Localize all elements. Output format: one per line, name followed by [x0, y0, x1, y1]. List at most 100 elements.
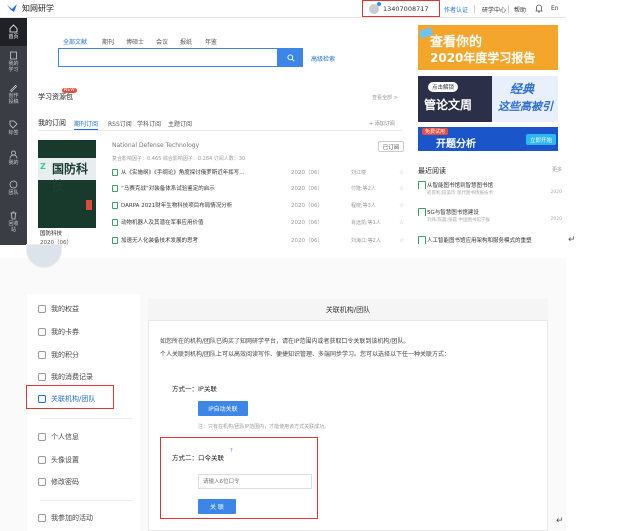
search-button[interactable] [278, 48, 303, 67]
code-input[interactable] [198, 474, 312, 489]
link-button[interactable]: 关 联 [198, 499, 236, 514]
article-title[interactable]: 动物机器人及其潜在军事应用价值 [121, 218, 291, 226]
recent-item-title[interactable]: 从智能图书馆到智慧图书馆 [418, 181, 564, 189]
recent-more-link[interactable]: 更多 [552, 166, 562, 173]
article-author: 程晓;等3人 [351, 202, 376, 209]
menu-item-link-org[interactable]: 关联机构/团队 [38, 394, 95, 404]
method-code-title: 方式二：口令关联 [172, 454, 224, 462]
star-icon[interactable]: ☆ [399, 169, 404, 176]
article-title[interactable]: DARPA 2021财年生物科技项目布局情况分析 [121, 201, 291, 209]
article-title[interactable]: “马赛克战”对装备体系试验鉴定的启示 [121, 184, 291, 192]
magazine-cover[interactable]: Z 国防科技 [38, 140, 96, 228]
recent-item[interactable]: 5G与智慧图书馆建设 刘炜;陈晨;张磊 中国图书馆学报 2020 [418, 208, 564, 223]
article-year: 2020（06） [291, 220, 323, 226]
article-title[interactable]: 加速无人化装备技术发展的思考 [121, 236, 291, 244]
star-icon[interactable]: ☆ [399, 202, 404, 209]
intro-text: 个人关联到机构/团队上可以高效阅读写作、便捷知识管理、多端同步学习。您可以选择以… [160, 351, 451, 358]
sidebar-item-write[interactable]: 创作 投稿 [0, 80, 27, 108]
magazine-name[interactable]: 国防科技 [40, 229, 62, 237]
menu-item-avatar-settings[interactable]: 头像设置 [38, 455, 79, 465]
resource-pack-title: 学习资源包 [38, 93, 73, 101]
tab-subject-subscription[interactable]: 学科订阅 [137, 119, 161, 128]
recent-item[interactable]: 人工智能图书馆应用架构和服务模式的重塑 [418, 236, 564, 244]
tab-topic-subscription[interactable]: 主题订阅 [168, 119, 192, 128]
search-input[interactable] [58, 48, 278, 67]
pen-icon [9, 84, 18, 92]
article-year: 2020（06） [291, 186, 323, 192]
menu-item-purchases[interactable]: 我的消费记录 [38, 372, 93, 382]
sidebar-item-home[interactable]: 首页 [0, 18, 27, 46]
article-row[interactable]: DARPA 2021财年生物科技项目布局情况分析 2020（06） 程晓;等3人… [112, 197, 408, 213]
article-title[interactable]: 从《实施纲》《手绸论》角度探讨俄罗斯近年挥写... [121, 168, 291, 176]
divider [38, 130, 402, 131]
ip-note: 注：只有在机构/团队IP范围内，才能使用该方式关联成功。 [198, 424, 330, 430]
subscribed-button[interactable]: 已订阅 [378, 141, 404, 152]
nav-study-center[interactable]: 研学中心 [482, 5, 506, 14]
lock-icon [38, 478, 46, 486]
free-trial-badge: 免费试用 [422, 128, 449, 135]
nav-english[interactable]: En [551, 5, 559, 12]
logo[interactable]: 知网研学 [6, 3, 54, 14]
divider [474, 5, 475, 13]
article-row[interactable]: “马赛克战”对装备体系试验鉴定的启示 2020（06） 付隆;等2人 ☆ [112, 180, 408, 196]
tab-journal-subscription[interactable]: 期刊订阅 [74, 119, 99, 130]
menu-item-profile[interactable]: 个人信息 [38, 432, 79, 442]
document-icon [112, 184, 118, 192]
sidebar-item-label: 回收 站 [8, 221, 19, 233]
article-row[interactable]: 动物机器人及其潜在军事应用价值 2020（06） 肖远凯;等1人 ☆ [112, 214, 408, 230]
search-tab-thesis[interactable]: 博硕士 [126, 37, 144, 46]
star-icon[interactable]: ☆ [399, 237, 404, 244]
search-tab-yearbook[interactable]: 年鉴 [205, 37, 217, 46]
document-icon [112, 218, 118, 226]
article-author: 刘海江;等2人 [351, 237, 381, 244]
star-icon[interactable]: ☆ [399, 185, 404, 192]
article-row[interactable]: 加速无人化装备技术发展的思考 2020（06） 刘海江;等2人 ☆ [112, 232, 408, 248]
menu-item-activities[interactable]: 我参加的活动 [38, 513, 93, 523]
subscription-title: 我的订阅 [38, 119, 66, 127]
help-icon[interactable]: ? [230, 448, 233, 454]
menu-item-points[interactable]: 我的积分 [38, 350, 79, 360]
sidebar-item-label: 我的 [8, 160, 19, 166]
bell-icon[interactable] [535, 4, 543, 13]
search-tab-newspaper[interactable]: 报纸 [180, 37, 192, 46]
ip-auto-link-button[interactable]: IP自动关联 [198, 401, 248, 416]
sidebar-item-tags[interactable]: 标签 [0, 114, 27, 142]
sidebar-item-recycle[interactable]: 回收 站 [0, 208, 27, 236]
avatar [369, 1, 381, 14]
trash-icon [10, 211, 17, 220]
sidebar: 首页 我的 学习 创作 投稿 标签 我的 团队 回收 站 [0, 18, 27, 245]
user-account[interactable]: 13407008717 [362, 0, 440, 17]
menu-item-change-password[interactable]: 修改密码 [38, 477, 79, 487]
book-icon [10, 51, 17, 60]
paper-week-banner[interactable]: 点击解锁 管论文周 经典 这些高被引 [418, 76, 558, 122]
tab-rss-subscription[interactable]: RSS订阅 [108, 119, 132, 128]
sidebar-item-mine[interactable]: 我的 [0, 144, 27, 172]
logo-bird-icon [7, 4, 17, 12]
star-icon[interactable]: ☆ [399, 219, 404, 226]
sidebar-item-team[interactable]: 团队 [0, 174, 27, 202]
annual-report-banner[interactable]: 查看你的 2020年度学习报告 [418, 25, 558, 70]
add-subscription-link[interactable]: + 添加订阅 [369, 120, 395, 127]
menu-item-coupons[interactable]: 我的卡券 [38, 327, 79, 337]
menu-item-benefits[interactable]: 我的权益 [38, 304, 79, 314]
search-tab-journal[interactable]: 期刊 [102, 37, 114, 46]
advanced-search-link[interactable]: 高级检索 [311, 54, 335, 63]
recent-item-title[interactable]: 人工智能图书馆应用架构和服务模式的重塑 [418, 236, 564, 244]
article-author: 肖远凯;等1人 [351, 219, 381, 226]
menu-label: 头像设置 [51, 456, 79, 464]
search-panel: 全部文献 期刊 博硕士 会议 报纸 年鉴 高级检索 [30, 25, 406, 77]
search-tab-conference[interactable]: 会议 [156, 37, 168, 46]
start-now-button[interactable]: 立即开始 [526, 134, 556, 145]
nav-author-verify[interactable]: 作者认证 [444, 5, 468, 14]
recent-item[interactable]: 从智能图书馆到智慧图书馆 初景利;段美珍 现代图书情报技术 2020 [418, 181, 564, 196]
divider [40, 500, 132, 501]
menu-label: 我参加的活动 [51, 514, 93, 522]
recent-item-year: 2020 [550, 190, 562, 195]
topic-analysis-banner[interactable]: 免费试用 开题分析 立即开始 [418, 127, 558, 151]
sidebar-item-study[interactable]: 我的 学习 [0, 48, 27, 76]
search-tab-all[interactable]: 全部文献 [63, 37, 87, 46]
recent-item-title[interactable]: 5G与智慧图书馆建设 [418, 208, 564, 216]
see-all-link[interactable]: 查看全部 > [372, 94, 398, 101]
nav-help[interactable]: 帮助 [514, 5, 526, 14]
article-row[interactable]: 从《实施纲》《手绸论》角度探讨俄罗斯近年挥写... 2020（06） 刘江楼 ☆ [112, 164, 408, 180]
